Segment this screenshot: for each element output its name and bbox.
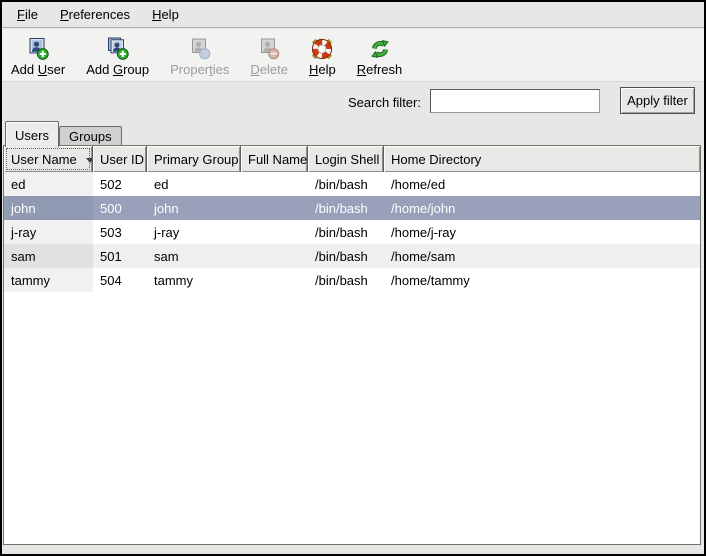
cell-user-name: sam xyxy=(4,244,93,268)
add-group-button[interactable]: Add Group xyxy=(83,37,152,77)
toolbar-button-label: Add Group xyxy=(86,62,149,77)
tab-users[interactable]: Users xyxy=(5,121,59,147)
cell-user-id: 504 xyxy=(93,268,147,292)
cell-home-directory: /home/john xyxy=(384,196,700,220)
cell-login-shell: /bin/bash xyxy=(308,196,384,220)
cell-primary-group: ed xyxy=(147,172,241,196)
table-row-john[interactable]: john500john/bin/bash/home/john xyxy=(4,196,700,220)
cell-full-name xyxy=(241,172,308,196)
add-user-button[interactable]: Add User xyxy=(8,37,68,77)
help-button[interactable]: Help xyxy=(306,37,339,77)
column-header-label: Login Shell xyxy=(315,152,379,167)
column-header-login-shell[interactable]: Login Shell xyxy=(308,146,384,172)
cell-home-directory: /home/sam xyxy=(384,244,700,268)
menu-preferences[interactable]: Preferences xyxy=(49,3,141,26)
cell-user-id: 502 xyxy=(93,172,147,196)
cell-home-directory: /home/tammy xyxy=(384,268,700,292)
properties-icon xyxy=(188,37,212,61)
filter-bar: Search filter: Apply filter xyxy=(2,83,704,122)
cell-login-shell: /bin/bash xyxy=(308,172,384,196)
add-group-icon xyxy=(106,37,130,61)
help-icon xyxy=(310,37,334,61)
table-header-row: User Name User ID Primary Group Full Name Lo… xyxy=(4,146,700,172)
cell-user-id: 500 xyxy=(93,196,147,220)
column-header-label: User ID xyxy=(100,152,144,167)
table-row-sam[interactable]: sam501sam/bin/bash/home/sam xyxy=(4,244,700,268)
search-filter-label: Search filter: xyxy=(348,95,421,110)
delete-button: Delete xyxy=(247,37,291,77)
menu-help[interactable]: Help xyxy=(141,3,190,26)
cell-user-name: john xyxy=(4,196,93,220)
users-table: User Name User ID Primary Group Full Name Lo… xyxy=(3,145,701,545)
column-header-label: Home Directory xyxy=(391,152,481,167)
menu-file[interactable]: File xyxy=(6,3,49,26)
cell-primary-group: john xyxy=(147,196,241,220)
cell-login-shell: /bin/bash xyxy=(308,244,384,268)
toolbar-button-label: Add User xyxy=(11,62,65,77)
search-filter-input[interactable] xyxy=(430,89,600,113)
cell-primary-group: j-ray xyxy=(147,220,241,244)
table-body: ed502ed/bin/bash/home/edjohn500john/bin/… xyxy=(4,172,700,544)
refresh-icon xyxy=(368,37,392,61)
apply-filter-button[interactable]: Apply filter xyxy=(620,87,695,114)
cell-user-name: ed xyxy=(4,172,93,196)
column-header-primary-group[interactable]: Primary Group xyxy=(147,146,241,172)
properties-button: Properties xyxy=(167,37,232,77)
column-header-home-directory[interactable]: Home Directory xyxy=(384,146,700,172)
toolbar-button-label: Properties xyxy=(170,62,229,77)
cell-primary-group: tammy xyxy=(147,268,241,292)
cell-full-name xyxy=(241,196,308,220)
cell-user-id: 503 xyxy=(93,220,147,244)
toolbar-button-label: Delete xyxy=(250,62,288,77)
user-manager-window: FilePreferencesHelp Add UserAdd GroupPro… xyxy=(0,0,706,556)
refresh-button[interactable]: Refresh xyxy=(354,37,406,77)
column-header-label: Primary Group xyxy=(154,152,239,167)
toolbar: Add User Add Group Properties Delete Help Ref… xyxy=(2,29,704,82)
delete-icon xyxy=(257,37,281,61)
cell-full-name xyxy=(241,268,308,292)
cell-full-name xyxy=(241,220,308,244)
tab-bar: Users Groups xyxy=(5,121,122,147)
table-row-j-ray[interactable]: j-ray503j-ray/bin/bash/home/j-ray xyxy=(4,220,700,244)
column-header-user-id[interactable]: User ID xyxy=(93,146,147,172)
cell-user-name: tammy xyxy=(4,268,93,292)
cell-home-directory: /home/ed xyxy=(384,172,700,196)
column-header-label: User Name xyxy=(11,152,77,167)
toolbar-button-label: Help xyxy=(309,62,336,77)
table-row-ed[interactable]: ed502ed/bin/bash/home/ed xyxy=(4,172,700,196)
cell-full-name xyxy=(241,244,308,268)
cell-home-directory: /home/j-ray xyxy=(384,220,700,244)
column-header-full-name[interactable]: Full Name xyxy=(241,146,308,172)
cell-primary-group: sam xyxy=(147,244,241,268)
sort-descending-icon xyxy=(86,158,93,163)
toolbar-button-label: Refresh xyxy=(357,62,403,77)
cell-user-id: 501 xyxy=(93,244,147,268)
cell-user-name: j-ray xyxy=(4,220,93,244)
table-row-tammy[interactable]: tammy504tammy/bin/bash/home/tammy xyxy=(4,268,700,292)
menu-bar: FilePreferencesHelp xyxy=(2,2,704,28)
tab-groups[interactable]: Groups xyxy=(59,126,122,147)
cell-login-shell: /bin/bash xyxy=(308,268,384,292)
cell-login-shell: /bin/bash xyxy=(308,220,384,244)
column-header-user-name[interactable]: User Name xyxy=(4,146,93,172)
column-header-label: Full Name xyxy=(248,152,307,167)
add-user-icon xyxy=(26,37,50,61)
